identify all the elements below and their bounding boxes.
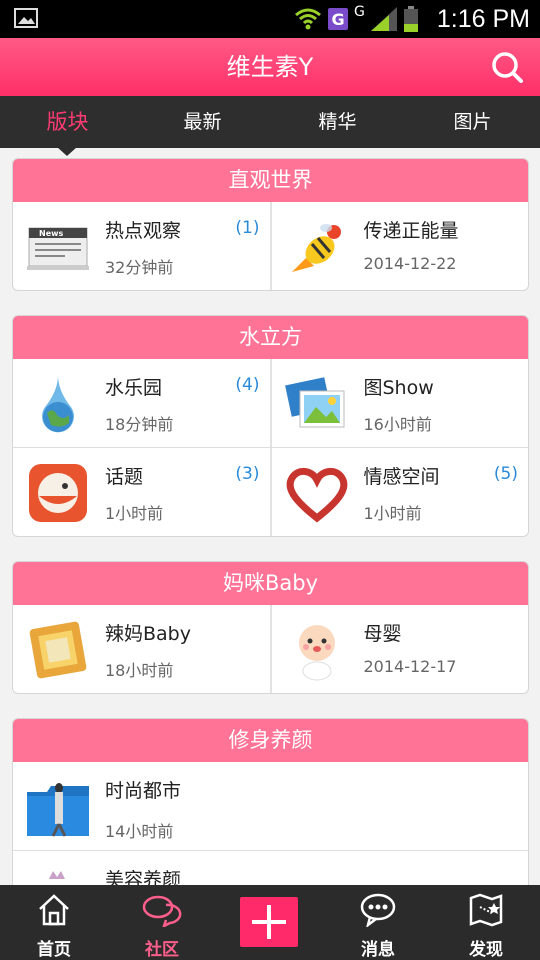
nav-home[interactable]: 首页 xyxy=(0,885,108,960)
section-title: 水立方 xyxy=(13,316,528,359)
section-title: 直观世界 xyxy=(13,159,528,202)
forum-item[interactable]: 图Show 16小时前 xyxy=(269,359,529,447)
plus-icon xyxy=(252,905,286,939)
forum-name: 辣妈Baby xyxy=(105,623,191,645)
fashion-folder-icon xyxy=(27,783,89,837)
battery-icon xyxy=(403,6,418,32)
nav-label: 首页 xyxy=(37,940,71,960)
forum-time: 1小时前 xyxy=(363,504,422,523)
forum-name: 时尚都市 xyxy=(105,780,182,802)
forum-count: (4) xyxy=(235,375,260,395)
forum-time: 14小时前 xyxy=(105,822,174,841)
forum-item[interactable]: 辣妈Baby 18小时前 xyxy=(13,605,270,693)
wifi-icon xyxy=(295,8,321,30)
status-bar: G G 1:16 PM xyxy=(0,0,540,38)
water-drop-globe-icon xyxy=(42,375,74,433)
section-direct-world: 直观世界 News 热点观察 32分钟前 (1) 传递正能量 2014-12-2… xyxy=(12,158,529,291)
forum-item[interactable]: 母婴 2014-12-17 xyxy=(269,605,529,693)
nav-label: 社区 xyxy=(145,940,179,960)
forum-name: 母婴 xyxy=(363,623,402,645)
forum-time: 32分钟前 xyxy=(105,258,174,277)
nav-discover[interactable]: 发现 xyxy=(432,885,540,960)
forum-count: (1) xyxy=(235,218,260,238)
network-type: G xyxy=(354,4,365,20)
tab-pictures[interactable]: 图片 xyxy=(405,96,540,148)
forum-count: (5) xyxy=(493,464,518,484)
section-mommy-baby: 妈咪Baby 辣妈Baby 18小时前 母婴 2014-12-17 xyxy=(12,561,529,694)
heart-icon xyxy=(286,468,347,523)
post-button[interactable] xyxy=(240,897,298,947)
forum-time: 18分钟前 xyxy=(105,415,174,434)
forum-item[interactable]: 情感空间 1小时前 (5) xyxy=(269,448,529,536)
tab-bar: 版块 最新 精华 图片 xyxy=(0,96,540,148)
forum-time: 2014-12-17 xyxy=(363,657,457,676)
forum-item[interactable]: News 热点观察 32分钟前 (1) xyxy=(13,202,270,290)
svg-text:News: News xyxy=(39,229,64,238)
baby-icon xyxy=(298,625,335,681)
clock: 1:16 PM xyxy=(436,4,530,33)
chat-bird-icon xyxy=(29,464,87,522)
gallery-notification-icon xyxy=(14,8,38,28)
tab-sections[interactable]: 版块 xyxy=(0,96,135,148)
page-title: 维生素Y xyxy=(226,53,314,81)
forum-name: 传递正能量 xyxy=(363,220,459,242)
forum-name: 话题 xyxy=(105,466,144,488)
news-icon: News xyxy=(27,227,89,270)
forum-name: 图Show xyxy=(363,377,434,399)
forum-name: 热点观察 xyxy=(105,220,182,242)
forum-name: 情感空间 xyxy=(363,466,440,488)
forum-time: 2014-12-22 xyxy=(363,254,457,273)
nav-label: 消息 xyxy=(361,940,395,960)
forum-item[interactable]: 传递正能量 2014-12-22 xyxy=(269,202,529,290)
forum-time: 16小时前 xyxy=(363,415,432,434)
forum-list[interactable]: 直观世界 News 热点观察 32分钟前 (1) 传递正能量 2014-12-2… xyxy=(0,148,540,885)
nav-label: 发现 xyxy=(469,940,503,960)
rocket-bee-icon xyxy=(291,224,341,272)
tab-latest[interactable]: 最新 xyxy=(135,96,270,148)
forum-count: (3) xyxy=(235,464,260,484)
chat-bubbles-icon xyxy=(142,895,182,927)
search-icon[interactable] xyxy=(490,50,524,84)
bottom-nav: 首页 社区 消息 发现 xyxy=(0,885,540,960)
forum-time: 18小时前 xyxy=(105,661,174,680)
title-bar: 维生素Y xyxy=(0,38,540,96)
forum-item[interactable]: 话题 1小时前 (3) xyxy=(13,448,270,536)
section-title: 修身养颜 xyxy=(13,719,528,762)
section-water-cube: 水立方 水乐园 18分钟前 (4) 图Show 16小时前 话题 1小时前 (3… xyxy=(12,315,529,537)
section-beauty: 修身养颜 时尚都市 14小时前 美容养颜 xyxy=(12,718,529,885)
tab-featured[interactable]: 精华 xyxy=(270,96,405,148)
nav-community[interactable]: 社区 xyxy=(108,885,216,960)
nav-messages[interactable]: 消息 xyxy=(324,885,432,960)
photos-icon xyxy=(284,377,344,428)
message-icon xyxy=(360,893,396,927)
map-flag-icon xyxy=(469,893,503,927)
forum-time: 1小时前 xyxy=(105,504,164,523)
home-icon xyxy=(39,894,69,926)
photo-frame-icon xyxy=(29,621,87,679)
signal-icon xyxy=(370,7,397,31)
forum-name: 水乐园 xyxy=(105,377,163,399)
forum-name: 美容养颜 xyxy=(105,869,182,885)
crown-icon xyxy=(49,871,65,879)
forum-item[interactable]: 美容养颜 xyxy=(13,851,528,885)
carrier-badge: G xyxy=(328,8,349,30)
section-title: 妈咪Baby xyxy=(13,562,528,605)
forum-item[interactable]: 时尚都市 14小时前 xyxy=(13,762,528,850)
forum-item[interactable]: 水乐园 18分钟前 (4) xyxy=(13,359,270,447)
